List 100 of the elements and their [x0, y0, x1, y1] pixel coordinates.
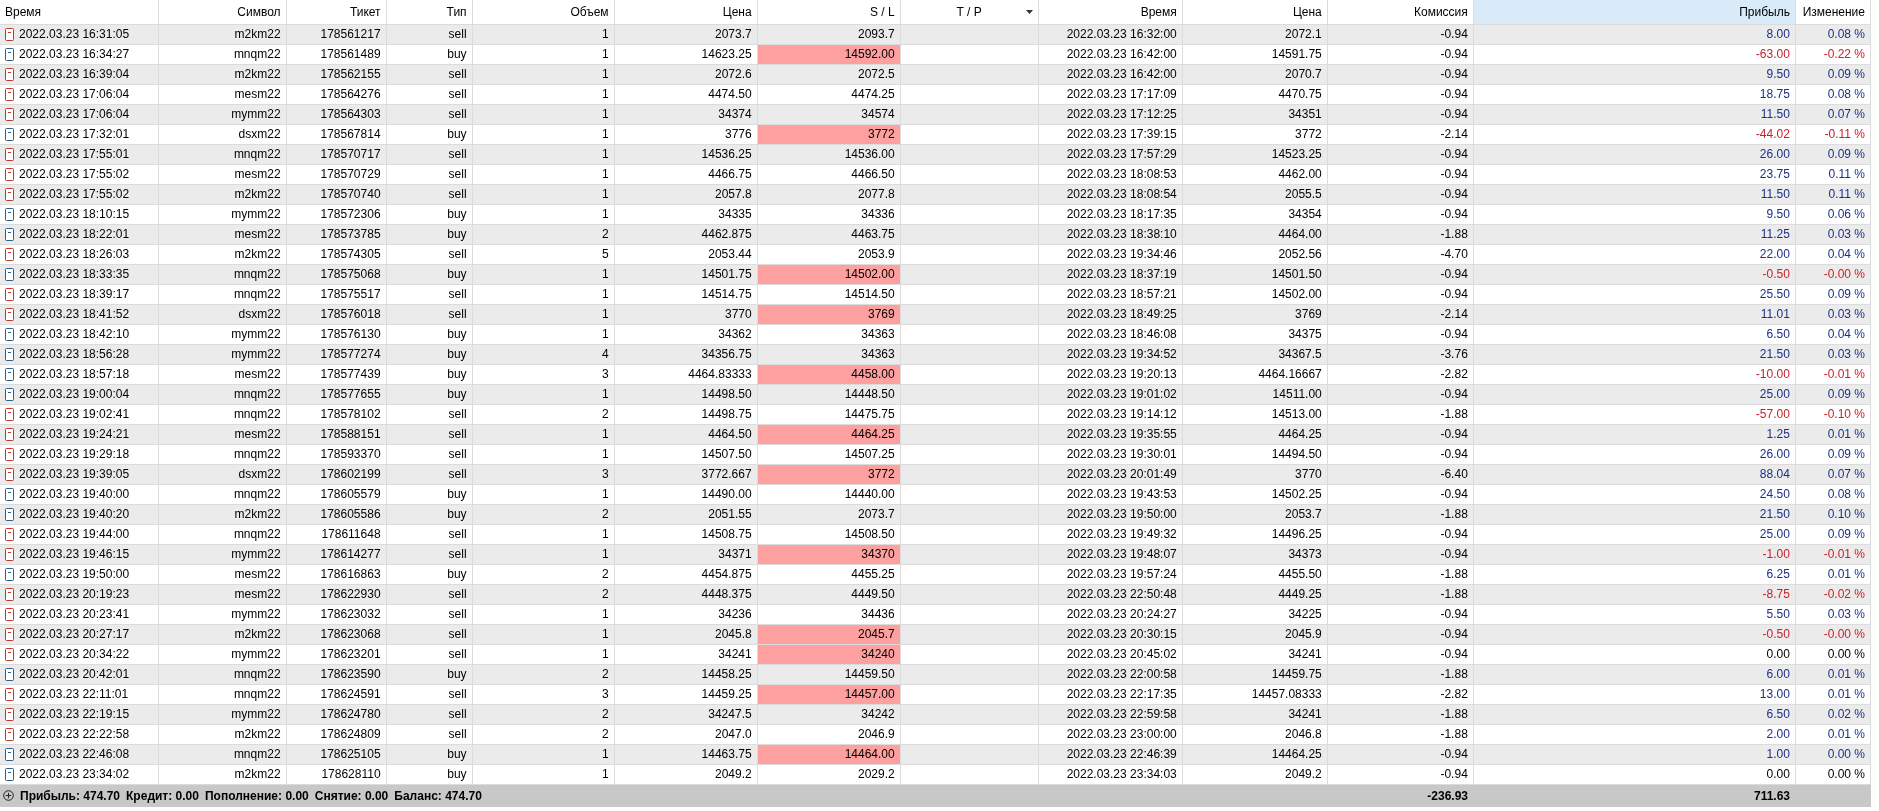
table-cell: 88.04: [1473, 464, 1796, 484]
order-icon: [5, 107, 14, 121]
table-cell: buy: [386, 44, 473, 64]
table-cell: -0.94: [1327, 424, 1474, 444]
column-header[interactable]: Объем: [472, 0, 615, 24]
column-header[interactable]: Цена: [614, 0, 758, 24]
table-cell: 2022.03.23 18:22:01: [0, 224, 159, 244]
expand-icon[interactable]: [3, 790, 14, 801]
table-cell: 2072.1: [1182, 24, 1328, 44]
table-cell: 2022.03.23 16:32:00: [1038, 24, 1183, 44]
table-cell: 0.08 %: [1795, 484, 1871, 504]
order-icon: [5, 87, 14, 101]
order-icon: [5, 747, 14, 761]
table-cell: 34373: [1182, 544, 1328, 564]
table-cell: 14623.25: [614, 44, 758, 64]
table-cell: -0.94: [1327, 204, 1474, 224]
table-cell: buy: [386, 504, 473, 524]
table-cell: 2022.03.23 18:10:15: [0, 204, 159, 224]
table-cell: 0.01 %: [1795, 564, 1871, 584]
column-header[interactable]: Изменение: [1795, 0, 1871, 24]
table-cell: 2022.03.23 20:42:01: [0, 664, 159, 684]
table-cell: 2022.03.23 19:49:32: [1038, 524, 1183, 544]
column-header[interactable]: Тикет: [286, 0, 387, 24]
table-cell: mnqm22: [158, 684, 287, 704]
summary-text: Пополнение: 0.00: [204, 787, 309, 805]
order-icon: [5, 307, 14, 321]
table-cell: -0.94: [1327, 604, 1474, 624]
table-cell: 1: [472, 764, 615, 784]
table-cell: 2: [472, 724, 615, 744]
table-cell: 178623032: [286, 604, 387, 624]
table-cell: 2029.2: [757, 764, 901, 784]
table-cell: 14536.25: [614, 144, 758, 164]
column-header[interactable]: T / P: [900, 0, 1039, 24]
table-cell: 18.75: [1473, 84, 1796, 104]
total-commission: -236.93: [1427, 787, 1468, 805]
table-cell: m2km22: [158, 64, 287, 84]
table-cell: 4455.25: [757, 564, 901, 584]
table-cell: 178624780: [286, 704, 387, 724]
table-cell: mymm22: [158, 204, 287, 224]
table-cell: 2022.03.23 17:39:15: [1038, 124, 1183, 144]
table-cell: -2.82: [1327, 684, 1474, 704]
table-cell: -2.14: [1327, 124, 1474, 144]
table-cell: 11.01: [1473, 304, 1796, 324]
table-cell: 2057.8: [614, 184, 758, 204]
table-cell: 178605586: [286, 504, 387, 524]
table-cell: -0.94: [1327, 104, 1474, 124]
table-cell: -1.88: [1327, 404, 1474, 424]
table-cell: 2022.03.23 22:59:58: [1038, 704, 1183, 724]
column-header[interactable]: Комиссия: [1327, 0, 1474, 24]
order-icon: [5, 407, 14, 421]
column-header[interactable]: Время: [0, 0, 159, 24]
table-cell: 2022.03.23 19:14:12: [1038, 404, 1183, 424]
table-cell: sell: [386, 584, 473, 604]
table-cell: 2022.03.23 19:20:13: [1038, 364, 1183, 384]
table-cell: 0.09 %: [1795, 144, 1871, 164]
table-cell: -10.00: [1473, 364, 1796, 384]
table-cell: 2053.7: [1182, 504, 1328, 524]
table-cell: -1.88: [1327, 584, 1474, 604]
sort-caret-icon: [1025, 9, 1033, 14]
table-cell: 14536.00: [757, 144, 901, 164]
table-cell: 2022.03.23 16:34:27: [0, 44, 159, 64]
table-cell: -2.82: [1327, 364, 1474, 384]
table-cell: mymm22: [158, 604, 287, 624]
table-cell: 178562155: [286, 64, 387, 84]
table-cell: 2093.7: [757, 24, 901, 44]
table-cell: buy: [386, 484, 473, 504]
order-icon: [5, 767, 14, 781]
table-cell: -0.22 %: [1795, 44, 1871, 64]
table-cell: 1: [472, 424, 615, 444]
table-cell: sell: [386, 24, 473, 44]
order-icon: [5, 227, 14, 241]
table-cell: 1: [472, 384, 615, 404]
table-cell: 14464.25: [1182, 744, 1328, 764]
table-cell: 2022.03.23 17:55:02: [0, 184, 159, 204]
column-header[interactable]: Прибыль: [1473, 0, 1796, 24]
table-cell: m2km22: [158, 24, 287, 44]
table-cell: sell: [386, 724, 473, 744]
order-icon: [5, 387, 14, 401]
table-cell: buy: [386, 384, 473, 404]
table-cell: mnqm22: [158, 744, 287, 764]
table-cell: 0.00 %: [1795, 644, 1871, 664]
table-cell: 2022.03.23 18:46:08: [1038, 324, 1183, 344]
column-header[interactable]: Символ: [158, 0, 287, 24]
table-cell: 2073.7: [757, 504, 901, 524]
table-cell: 4464.00: [1182, 224, 1328, 244]
table-cell: 2022.03.23 19:40:20: [0, 504, 159, 524]
column-header[interactable]: S / L: [757, 0, 901, 24]
column-header[interactable]: Тип: [386, 0, 473, 24]
table-cell: 1: [472, 284, 615, 304]
table-cell: buy: [386, 744, 473, 764]
column-header[interactable]: Цена: [1182, 0, 1328, 24]
table-cell: 2022.03.23 17:06:04: [0, 104, 159, 124]
table-cell: mymm22: [158, 544, 287, 564]
column-header[interactable]: Время: [1038, 0, 1183, 24]
table-cell: 2.00: [1473, 724, 1796, 744]
order-icon: [5, 47, 14, 61]
table-cell: mesm22: [158, 584, 287, 604]
table-cell: 21.50: [1473, 504, 1796, 524]
table-cell: 24.50: [1473, 484, 1796, 504]
table-cell: 2022.03.23 23:34:03: [1038, 764, 1183, 784]
